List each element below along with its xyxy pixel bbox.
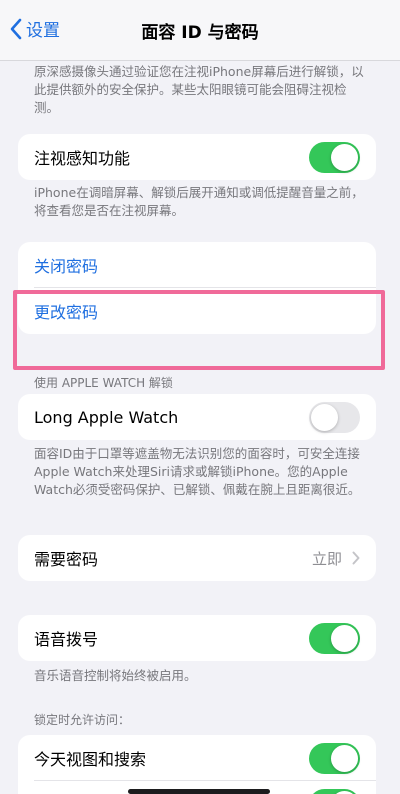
toggle-knob <box>331 745 358 772</box>
require-passcode-card: 需要密码 立即 <box>18 535 376 581</box>
toggle-knob <box>331 625 358 652</box>
toggle-knob <box>331 144 358 171</box>
voice-dial-card: 语音拨号 <box>18 615 376 661</box>
turn-off-passcode-label: 关闭密码 <box>34 257 99 276</box>
today-view-label: 今天视图和搜索 <box>34 750 147 769</box>
attention-feature-label: 注视感知功能 <box>34 149 131 168</box>
voice-dial-toggle[interactable] <box>309 623 360 654</box>
highlight-frame <box>13 290 385 370</box>
apple-watch-toggle[interactable] <box>309 402 360 433</box>
locked-access-section-header: 锁定时允许访问： <box>34 713 131 727</box>
voice-dial-row[interactable]: 语音拨号 <box>18 615 376 661</box>
today-view-row[interactable]: 今天视图和搜索 <box>18 735 376 781</box>
apple-watch-row[interactable]: Long Apple Watch <box>18 394 376 440</box>
chevron-right-icon <box>352 551 360 565</box>
apple-watch-label: Long Apple Watch <box>34 407 179 427</box>
voice-dial-description: 音乐语音控制将始终被启用。 <box>34 668 197 683</box>
locked-access-card: 今天视图和搜索 <box>18 735 376 794</box>
apple-watch-section-header: 使用 APPLE WATCH 解锁 <box>34 376 173 390</box>
attention-feature-card: 注视感知功能 <box>18 134 376 180</box>
home-indicator <box>128 789 270 794</box>
require-passcode-label: 需要密码 <box>34 550 99 569</box>
toggle-knob <box>311 404 338 431</box>
attention-description: 原深感摄像头通过验证您在注视iPhone屏幕后进行解锁，以此提供额外的安全保护。… <box>34 64 364 115</box>
apple-watch-description: 面容ID由于口罩等遮盖物无法识别您的面容时，可安全连接Apple Watch来处… <box>34 446 361 497</box>
attention-feature-row[interactable]: 注视感知功能 <box>18 134 376 180</box>
voice-dial-label: 语音拨号 <box>34 630 99 649</box>
require-passcode-row[interactable]: 需要密码 立即 <box>18 535 376 581</box>
attention-feature-toggle[interactable] <box>309 142 360 173</box>
turn-off-passcode-button[interactable]: 关闭密码 <box>18 242 376 288</box>
attention-feature-description: iPhone在调暗屏幕、解锁后展开通知或调低提醒音量之前，将查看您是否在注视屏幕… <box>34 185 364 218</box>
page-title: 面容 ID 与密码 <box>141 23 259 43</box>
navigation-bar: 设置 面容 ID 与密码 <box>0 0 400 61</box>
require-passcode-value: 立即 <box>311 549 342 568</box>
next-setting-toggle[interactable] <box>309 789 360 794</box>
today-view-toggle[interactable] <box>309 743 360 774</box>
apple-watch-card: Long Apple Watch <box>18 394 376 440</box>
